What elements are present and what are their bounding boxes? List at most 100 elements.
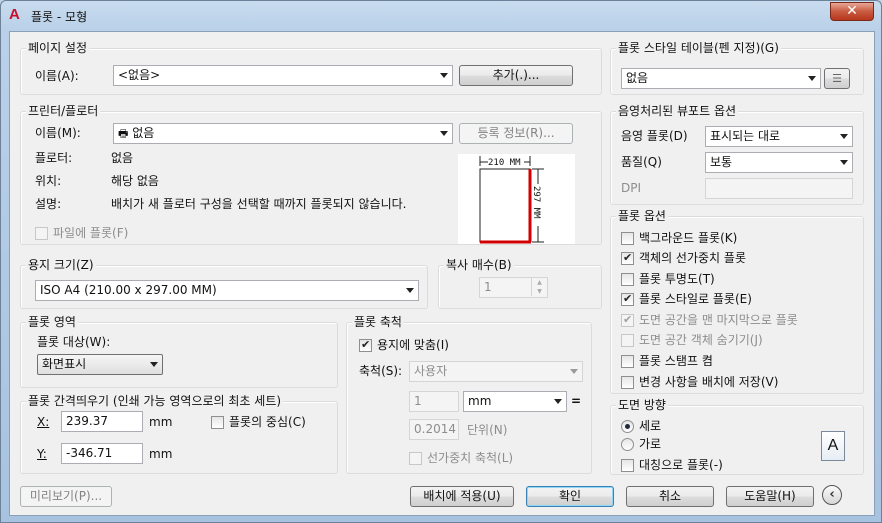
help-button[interactable]: 도움말(H) (726, 486, 814, 507)
cancel-button[interactable]: 취소 (626, 486, 714, 507)
plot-stamp-checkbox[interactable]: 플롯 스탬프 켬 (621, 353, 713, 369)
option-label: 도면 공간을 맨 마지막으로 플롯 (639, 313, 798, 327)
scale-value1-input[interactable]: 1 (409, 391, 459, 412)
background-plot-checkbox[interactable]: 백그라운드 플롯(K) (621, 230, 737, 246)
offset-x-label: X: (37, 415, 50, 429)
checkbox-box (359, 337, 372, 353)
autocad-logo-icon: A (9, 6, 20, 23)
chevron-down-icon (440, 73, 448, 78)
preview-height-text: 297 MM (531, 186, 541, 219)
paper-size-combo[interactable]: ISO A4 (210.00 x 297.00 MM) (35, 280, 419, 301)
spin-up-icon[interactable]: ▲ (531, 278, 547, 287)
offset-y-input[interactable]: -346.71 (61, 443, 143, 464)
option-label: 객체의 선가중치 플롯 (639, 251, 746, 265)
close-button[interactable]: ✕ (830, 2, 874, 21)
scale-unit-combo[interactable]: mm (463, 391, 567, 412)
portrait-radio[interactable]: 세로 (621, 418, 661, 434)
plot-scale-title: 플롯 축척 (352, 315, 404, 329)
paper-size-title: 용지 크기(Z) (26, 258, 96, 272)
chevron-down-icon (840, 160, 848, 165)
plot-to-file-label: 파일에 플롯(F) (53, 226, 129, 240)
plot-style-table-group: 플롯 스타일 테이블(펜 지정)(G) 없음 ☰ (610, 41, 864, 95)
page-setup-add-button[interactable]: 추가(.)... (459, 65, 573, 86)
shaded-viewport-title: 음영처리된 뷰포트 옵션 (616, 104, 739, 118)
plot-paperspace-last-checkbox[interactable]: 도면 공간을 맨 마지막으로 플롯 (621, 312, 798, 328)
option-label: 플롯 투명도(T) (639, 272, 715, 286)
checkbox-box (621, 273, 634, 286)
scale-value: 사용자 (414, 364, 448, 378)
chevron-down-icon (808, 76, 816, 81)
apply-to-layout-button[interactable]: 배치에 적용(U) (410, 486, 514, 507)
scale-value2-input[interactable]: 0.2014 (409, 419, 459, 440)
plot-area-title: 플롯 영역 (26, 315, 78, 329)
scale-lineweights-checkbox[interactable]: 선가중치 축척(L) (409, 450, 513, 466)
copies-title: 복사 매수(B) (444, 258, 514, 272)
page-setup-name-label: 이름(A): (35, 69, 79, 83)
upside-down-checkbox[interactable]: 대칭으로 플롯(-) (621, 457, 723, 473)
plot-with-styles-checkbox[interactable]: 플롯 스타일로 플롯(E) (621, 291, 752, 307)
where-value: 해당 없음 (111, 174, 159, 188)
plot-to-file-checkbox[interactable]: 파일에 플롯(F) (35, 225, 128, 241)
center-plot-checkbox[interactable]: 플롯의 중심(C) (211, 414, 306, 430)
dpi-input[interactable] (705, 178, 853, 199)
plot-style-table-combo[interactable]: 없음 (621, 68, 821, 89)
chevron-down-icon (554, 399, 562, 404)
offset-x-input[interactable]: 239.37 (61, 411, 143, 432)
scale-lineweights-label: 선가중치 축척(L) (427, 451, 514, 465)
landscape-radio[interactable]: 가로 (621, 436, 661, 452)
preview-width-text: 210 MM (488, 158, 521, 168)
radio-dot (621, 420, 634, 433)
printer-name-combo[interactable]: 🖶 없음 (113, 123, 453, 144)
printer-properties-button[interactable]: 등록 정보(R)... (459, 123, 573, 144)
paper-icon-letter: A (827, 437, 839, 454)
copies-value: 1 (484, 280, 492, 294)
title-bar[interactable]: A 플롯 - 모형 ✕ (1, 1, 881, 31)
fit-to-paper-label: 용지에 맞춤(I) (377, 338, 449, 352)
printer-icon: 🖶 (118, 127, 129, 140)
ok-button[interactable]: 확인 (526, 486, 614, 507)
preview-button[interactable]: 미리보기(P)... (20, 486, 112, 507)
paper-size-group: 용지 크기(Z) ISO A4 (210.00 x 297.00 MM) (20, 258, 428, 309)
option-label: 변경 사항을 배치에 저장(V) (639, 375, 779, 389)
option-label: 플롯 스탬프 켬 (639, 354, 713, 368)
page-setup-name-combo[interactable]: <없음> (113, 65, 453, 86)
copies-spinner[interactable]: 1 ▲ ▼ (479, 277, 548, 298)
edit-plot-style-button[interactable]: ☰ (824, 68, 850, 89)
hide-paperspace-objects-checkbox[interactable]: 도면 공간 객체 숨기기(J) (621, 332, 763, 348)
scale-label: 축척(S): (359, 364, 403, 378)
page-setup-title: 페이지 설정 (26, 41, 90, 55)
fit-to-paper-checkbox[interactable]: 용지에 맞춤(I) (359, 337, 449, 353)
plot-area-group: 플롯 영역 플롯 대상(W): 화면표시 (20, 315, 338, 388)
save-changes-to-layout-checkbox[interactable]: 변경 사항을 배치에 저장(V) (621, 374, 778, 390)
plot-dialog-window: A 플롯 - 모형 ✕ 페이지 설정 이름(A): <없음> 추가(.)... … (0, 0, 882, 523)
checkbox-box (621, 312, 634, 328)
chevron-left-circle-icon[interactable]: ‹ (822, 485, 842, 505)
spin-down-icon[interactable]: ▼ (531, 287, 547, 296)
option-label: 플롯 스타일로 플롯(E) (639, 292, 752, 306)
quality-combo[interactable]: 보통 (705, 152, 853, 173)
equals-sign: = (571, 394, 582, 408)
plot-transparency-checkbox[interactable]: 플롯 투명도(T) (621, 271, 715, 287)
scale-combo[interactable]: 사용자 (409, 361, 583, 382)
chevron-down-icon (150, 362, 158, 367)
paper-preview-drawing: 210 MM 297 MM (479, 156, 544, 244)
checkbox-box (621, 376, 634, 389)
shade-plot-combo[interactable]: 표시되는 대로 (705, 126, 853, 147)
orientation-group: 도면 방향 세로 가로 대칭으로 플롯(-) A (610, 398, 864, 475)
checkbox-box (621, 232, 634, 245)
copies-group: 복사 매수(B) 1 ▲ ▼ (438, 258, 602, 309)
paper-preview: 210 MM 297 MM (458, 154, 575, 244)
dpi-label: DPI (621, 181, 642, 195)
checkbox-box (621, 334, 634, 347)
checkbox-box (621, 291, 634, 307)
orientation-title: 도면 방향 (616, 398, 668, 412)
object-lineweights-checkbox[interactable]: 객체의 선가중치 플롯 (621, 250, 746, 266)
radio-dot (621, 438, 634, 451)
plot-what-combo[interactable]: 화면표시 (37, 354, 163, 375)
checkbox-box (211, 416, 224, 429)
page-setup-name-value: <없음> (118, 68, 161, 82)
chevron-down-icon (840, 134, 848, 139)
offset-y-label: Y: (37, 447, 47, 461)
checkbox-box (621, 250, 634, 266)
quality-value: 보통 (710, 155, 733, 169)
